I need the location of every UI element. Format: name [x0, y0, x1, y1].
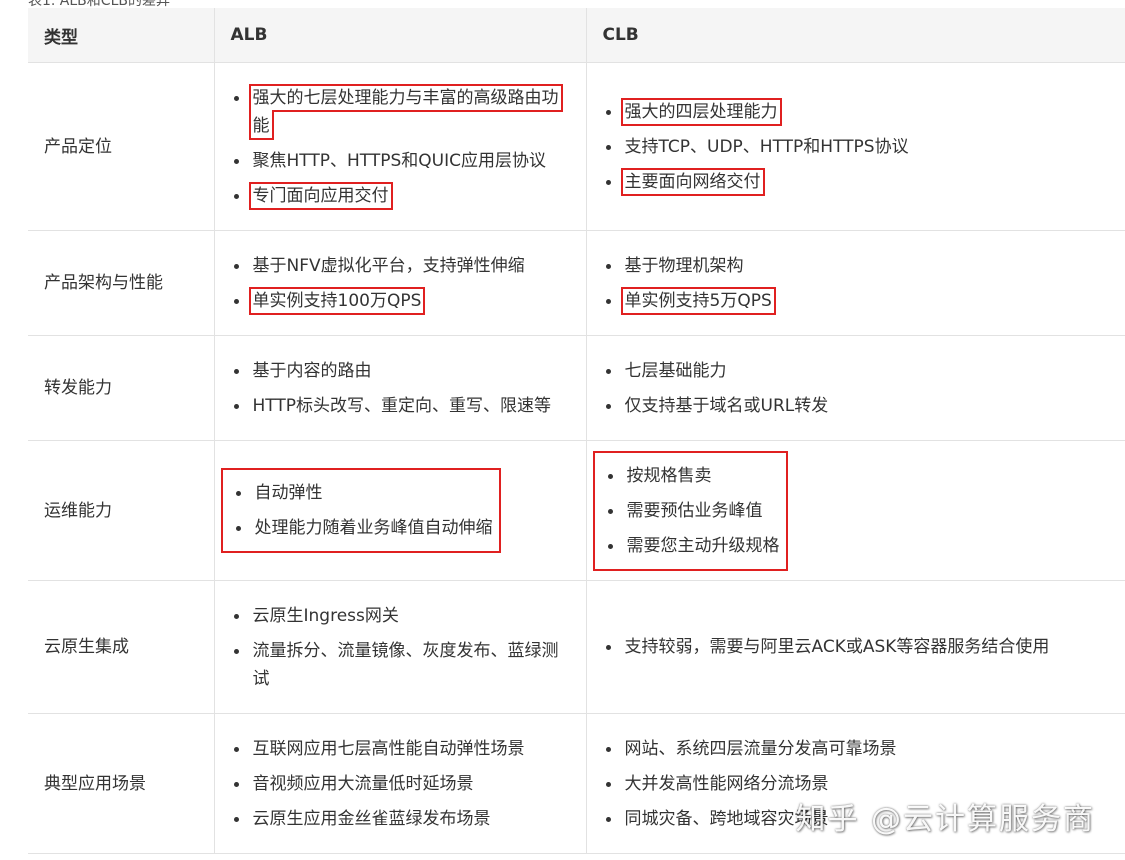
list-item: 云原生Ingress网关: [231, 602, 570, 630]
table-row: 转发能力 基于内容的路由 HTTP标头改写、重定向、重写、限速等 七层基础能力 …: [28, 335, 1125, 441]
list-item: 支持较弱，需要与阿里云ACK或ASK等容器服务结合使用: [603, 633, 1110, 661]
table-row: 产品定位 强大的七层处理能力与丰富的高级路由功能 聚焦HTTP、HTTPS和QU…: [28, 62, 1125, 231]
list-item: HTTP标头改写、重定向、重写、限速等: [231, 392, 570, 420]
table-row: 运维能力 自动弹性 处理能力随着业务峰值自动伸缩 按规格售卖 需要预估业务峰值 …: [28, 440, 1125, 581]
row-label: 产品定位: [28, 62, 215, 231]
header-alb: ALB: [214, 8, 587, 63]
highlighted-text: 单实例支持100万QPS: [248, 286, 426, 315]
list-item: 流量拆分、流量镜像、灰度发布、蓝绿测试: [231, 637, 570, 693]
list-item: 七层基础能力: [603, 357, 1110, 385]
highlighted-text: 单实例支持5万QPS: [620, 286, 776, 315]
row-label: 产品架构与性能: [28, 230, 215, 336]
highlighted-text: 主要面向网络交付: [620, 167, 765, 196]
comparison-table: 类型 ALB CLB 产品定位 强大的七层处理能力与丰富的高级路由功能 聚焦HT…: [28, 8, 1125, 854]
list-item: 基于NFV虚拟化平台，支持弹性伸缩: [231, 252, 570, 280]
row-label: 典型应用场景: [28, 713, 215, 854]
highlight-box: 按规格售卖 需要预估业务峰值 需要您主动升级规格: [592, 450, 788, 571]
list-item: 云原生应用金丝雀蓝绿发布场景: [231, 805, 570, 833]
list-item: 互联网应用七层高性能自动弹性场景: [231, 735, 570, 763]
highlighted-text: 专门面向应用交付: [248, 181, 393, 210]
list-item: 基于物理机架构: [603, 252, 1110, 280]
list-item: 音视频应用大流量低时延场景: [231, 770, 570, 798]
list-item: 聚焦HTTP、HTTPS和QUIC应用层协议: [231, 147, 570, 175]
list-item: 按规格售卖: [605, 462, 780, 490]
clb-cell: 七层基础能力 仅支持基于域名或URL转发: [586, 335, 1125, 441]
list-item: 基于内容的路由: [231, 357, 570, 385]
alb-cell: 互联网应用七层高性能自动弹性场景 音视频应用大流量低时延场景 云原生应用金丝雀蓝…: [214, 713, 587, 854]
clb-cell: 基于物理机架构 单实例支持5万QPS: [586, 230, 1125, 336]
alb-cell: 基于NFV虚拟化平台，支持弹性伸缩 单实例支持100万QPS: [214, 230, 587, 336]
highlighted-text: 强大的四层处理能力: [620, 97, 782, 126]
list-item: 需要您主动升级规格: [605, 532, 780, 560]
clb-cell: 支持较弱，需要与阿里云ACK或ASK等容器服务结合使用: [586, 580, 1125, 714]
list-item: 强大的四层处理能力: [603, 97, 1110, 126]
header-clb: CLB: [586, 8, 1125, 63]
alb-cell: 基于内容的路由 HTTP标头改写、重定向、重写、限速等: [214, 335, 587, 441]
list-item: 主要面向网络交付: [603, 167, 1110, 196]
list-item: 处理能力随着业务峰值自动伸缩: [233, 514, 493, 542]
list-item: 网站、系统四层流量分发高可靠场景: [603, 735, 1110, 763]
watermark: 知乎 @云计算服务商: [795, 802, 1095, 837]
header-type: 类型: [28, 8, 215, 63]
row-label: 转发能力: [28, 335, 215, 441]
list-item: 强大的七层处理能力与丰富的高级路由功能: [231, 83, 570, 140]
list-item: 仅支持基于域名或URL转发: [603, 392, 1110, 420]
list-item: 单实例支持100万QPS: [231, 286, 570, 315]
highlight-box: 自动弹性 处理能力随着业务峰值自动伸缩: [220, 468, 501, 553]
list-item: 需要预估业务峰值: [605, 497, 780, 525]
list-item: 专门面向应用交付: [231, 181, 570, 210]
list-item: 单实例支持5万QPS: [603, 286, 1110, 315]
alb-cell: 云原生Ingress网关 流量拆分、流量镜像、灰度发布、蓝绿测试: [214, 580, 587, 714]
row-label: 云原生集成: [28, 580, 215, 714]
clb-cell: 强大的四层处理能力 支持TCP、UDP、HTTP和HTTPS协议 主要面向网络交…: [586, 62, 1125, 231]
row-label: 运维能力: [28, 440, 215, 581]
list-item: 支持TCP、UDP、HTTP和HTTPS协议: [603, 133, 1110, 161]
table-row: 云原生集成 云原生Ingress网关 流量拆分、流量镜像、灰度发布、蓝绿测试 支…: [28, 580, 1125, 714]
table-row: 产品架构与性能 基于NFV虚拟化平台，支持弹性伸缩 单实例支持100万QPS 基…: [28, 230, 1125, 336]
table-header-row: 类型 ALB CLB: [28, 8, 1125, 63]
list-item: 自动弹性: [233, 479, 493, 507]
alb-cell: 强大的七层处理能力与丰富的高级路由功能 聚焦HTTP、HTTPS和QUIC应用层…: [214, 62, 587, 231]
clb-cell: 按规格售卖 需要预估业务峰值 需要您主动升级规格: [586, 440, 1125, 581]
alb-cell: 自动弹性 处理能力随着业务峰值自动伸缩: [214, 440, 587, 581]
highlighted-text: 强大的七层处理能力与丰富的高级路由功能: [248, 83, 563, 140]
